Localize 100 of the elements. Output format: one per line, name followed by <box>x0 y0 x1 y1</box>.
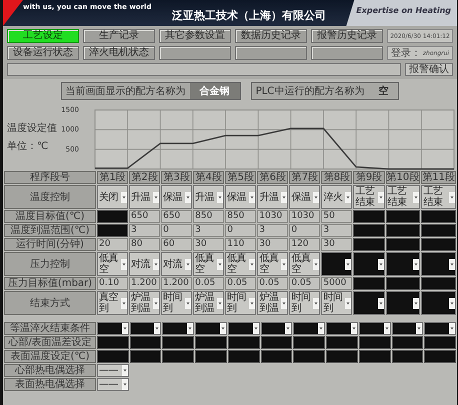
masked-dropdown-field[interactable] <box>130 322 162 335</box>
masked-field <box>260 336 292 349</box>
dropdown-field[interactable]: 炉温到温 <box>193 291 224 315</box>
value-field[interactable]: 850 <box>225 210 256 223</box>
masked-field <box>353 277 385 290</box>
row-label: 等温淬火结束条件 <box>4 322 96 335</box>
masked-dropdown-field[interactable] <box>424 322 456 335</box>
dropdown-field[interactable]: —— <box>97 364 129 377</box>
dropdown-field[interactable]: 炉温到温 <box>129 291 160 315</box>
value-field[interactable]: 0 <box>289 224 320 237</box>
value-field[interactable]: 0.05 <box>257 277 288 290</box>
dropdown-field[interactable]: 工艺结束 <box>386 185 420 209</box>
dropdown-field[interactable]: 工艺结束 <box>353 185 385 209</box>
masked-field <box>293 350 326 363</box>
dropdown-field[interactable]: 时间到 <box>321 291 352 315</box>
dropdown-field[interactable]: 对流 <box>129 252 160 276</box>
dropdown-field[interactable]: 工艺结束 <box>421 185 456 209</box>
value-field[interactable]: 3 <box>193 224 224 237</box>
dropdown-field[interactable]: 低真空 <box>97 252 128 276</box>
value-field[interactable]: 3 <box>321 224 352 237</box>
masked-dropdown-field[interactable] <box>386 291 420 315</box>
masked-dropdown-field[interactable] <box>97 322 129 335</box>
dropdown-field[interactable]: 升温 <box>257 185 288 209</box>
masked-dropdown-field[interactable] <box>260 322 292 335</box>
value-field[interactable]: 0.05 <box>289 277 320 290</box>
dropdown-field[interactable]: 保温 <box>289 185 320 209</box>
masked-dropdown-field[interactable] <box>358 322 391 335</box>
dropdown-field[interactable]: 时间到 <box>289 291 320 315</box>
value-field[interactable]: 1030 <box>257 210 288 223</box>
alarm-ack-button[interactable]: 报警确认 <box>405 63 453 76</box>
dropdown-field[interactable]: 低真空 <box>289 252 320 276</box>
row-label: 心部热电偶选择 <box>4 364 96 377</box>
nav-button[interactable]: 数据历史记录 <box>235 29 307 43</box>
login-label: 登录： <box>390 47 421 60</box>
value-field[interactable]: 850 <box>193 210 224 223</box>
value-field[interactable]: 3 <box>129 224 160 237</box>
value-field[interactable]: 50 <box>321 210 352 223</box>
nav-button[interactable] <box>159 46 231 60</box>
value-field[interactable]: 30 <box>193 238 224 251</box>
value-field[interactable]: 5000 <box>321 277 352 290</box>
corner-triangle-icon <box>3 0 23 26</box>
nav-button[interactable] <box>235 46 307 60</box>
masked-dropdown-field[interactable] <box>353 252 385 276</box>
value-field[interactable]: 0.05 <box>193 277 224 290</box>
nav-button[interactable]: 设备运行状态 <box>7 46 79 60</box>
dropdown-field[interactable]: 低真空 <box>193 252 224 276</box>
value-field[interactable]: 3 <box>257 224 288 237</box>
dropdown-field[interactable]: 低真空 <box>225 252 256 276</box>
masked-dropdown-field[interactable] <box>293 322 326 335</box>
value-field[interactable]: 20 <box>97 238 128 251</box>
masked-field <box>228 350 260 363</box>
value-field[interactable]: 1.200 <box>129 277 160 290</box>
value-field[interactable]: 0 <box>161 224 192 237</box>
dropdown-field[interactable]: 炉温到温 <box>257 291 288 315</box>
value-field[interactable]: 60 <box>161 238 192 251</box>
value-field[interactable]: 30 <box>321 238 352 251</box>
value-field[interactable]: 30 <box>257 238 288 251</box>
dropdown-field[interactable]: 对流 <box>161 252 192 276</box>
nav-button[interactable]: 生产记录 <box>83 29 155 43</box>
masked-dropdown-field[interactable] <box>421 291 456 315</box>
dropdown-field[interactable]: —— <box>97 378 129 391</box>
value-field[interactable]: 0.10 <box>97 277 128 290</box>
row-label: 表面温度设定(℃) <box>4 350 96 363</box>
masked-field <box>162 350 194 363</box>
value-field[interactable]: 650 <box>161 210 192 223</box>
value-field[interactable]: 120 <box>289 238 320 251</box>
masked-dropdown-field[interactable] <box>321 252 352 276</box>
masked-dropdown-field[interactable] <box>326 322 358 335</box>
nav-button[interactable]: 报警历史记录 <box>311 29 383 43</box>
dropdown-field[interactable]: 时间到 <box>225 291 256 315</box>
dropdown-field[interactable]: 真空到 <box>97 291 128 315</box>
value-field[interactable]: 1.200 <box>161 277 192 290</box>
masked-dropdown-field[interactable] <box>228 322 260 335</box>
masked-dropdown-field[interactable] <box>421 252 456 276</box>
dropdown-field[interactable]: 升温 <box>129 185 160 209</box>
value-field[interactable]: 110 <box>225 238 256 251</box>
value-field[interactable]: 0.05 <box>225 277 256 290</box>
column-header: 第7段 <box>289 171 320 184</box>
masked-dropdown-field[interactable] <box>195 322 227 335</box>
nav-button[interactable]: 淬火电机状态 <box>83 46 155 60</box>
dropdown-field[interactable]: 升温 <box>193 185 224 209</box>
dropdown-field[interactable]: 关闭 <box>97 185 128 209</box>
masked-dropdown-field[interactable] <box>353 291 385 315</box>
value-field[interactable]: 80 <box>129 238 160 251</box>
dropdown-field[interactable]: 低真空 <box>257 252 288 276</box>
dropdown-field[interactable]: 时间到 <box>161 291 192 315</box>
value-field[interactable]: 0 <box>225 224 256 237</box>
masked-dropdown-field[interactable] <box>162 322 194 335</box>
nav-button[interactable]: 其它参数设置 <box>159 29 231 43</box>
nav-button[interactable] <box>311 46 383 60</box>
masked-dropdown-field[interactable] <box>392 322 424 335</box>
column-header: 第6段 <box>257 171 288 184</box>
value-field[interactable]: 650 <box>129 210 160 223</box>
recipe-name: 空 <box>368 83 398 99</box>
nav-button[interactable]: 工艺设定 <box>7 29 79 43</box>
dropdown-field[interactable]: 保温 <box>161 185 192 209</box>
masked-dropdown-field[interactable] <box>386 252 420 276</box>
dropdown-field[interactable]: 保温 <box>225 185 256 209</box>
value-field[interactable]: 1030 <box>289 210 320 223</box>
dropdown-field[interactable]: 淬火 <box>321 185 352 209</box>
